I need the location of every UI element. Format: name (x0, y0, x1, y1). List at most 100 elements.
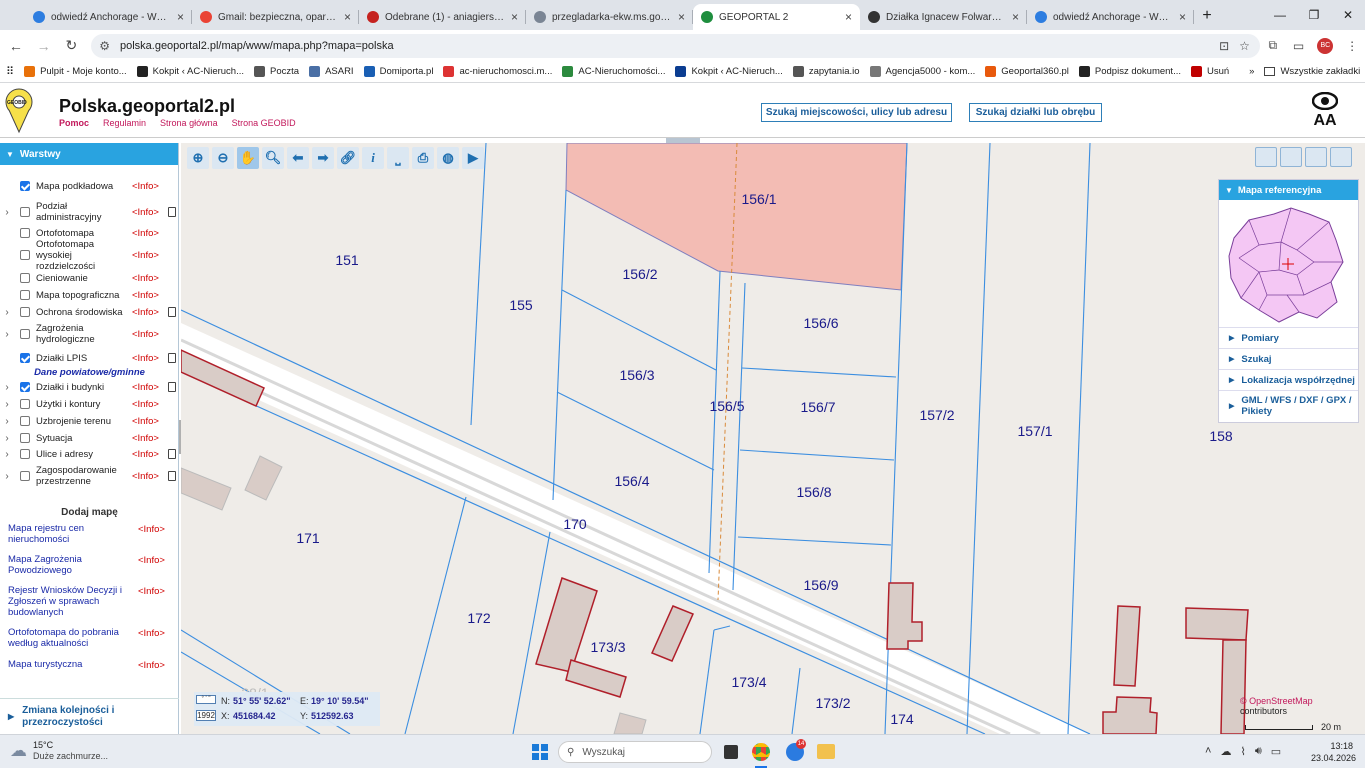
add-map-item[interactable]: Mapa rejestru cen nieruchomości <Info> (8, 523, 173, 545)
layout-left-icon[interactable] (1280, 147, 1302, 167)
layer-checkbox[interactable] (20, 181, 30, 191)
add-map-item[interactable]: Mapa Zagrożenia Powodziowego <Info> (8, 554, 173, 576)
bookmark-item[interactable]: Geoportal360.pl (985, 66, 1069, 77)
video-icon[interactable]: ▶ (462, 147, 484, 169)
all-bookmarks[interactable]: Wszystkie zakładki (1264, 66, 1360, 77)
link-icon[interactable]: 🔗︎ (337, 147, 359, 169)
layer-checkbox[interactable] (20, 433, 30, 443)
geobid-logo[interactable] (4, 88, 34, 134)
apps-icon[interactable]: ⠿ (6, 65, 14, 78)
layer-info-link[interactable]: <Info> (132, 471, 166, 482)
layer-info-link[interactable]: <Info> (132, 382, 166, 393)
arrow-left-icon[interactable]: ⬅ (287, 147, 309, 169)
onedrive-icon[interactable]: ☁ (1220, 745, 1231, 758)
browser-tab[interactable]: Odebrane (1) - aniagierszewska × (359, 4, 526, 30)
parcel-label[interactable]: 156/9 (803, 577, 838, 593)
bookmark-item[interactable]: AC-Nieruchomości... (562, 66, 665, 77)
layer-info-link[interactable]: <Info> (132, 329, 166, 340)
restore-icon[interactable]: ❐ (1297, 8, 1331, 22)
legend-document-icon[interactable] (168, 471, 176, 481)
tool-panel-item[interactable]: ▶ Pomiary (1219, 327, 1358, 348)
tab-close-icon[interactable]: × (1012, 10, 1019, 24)
chevron-up-icon[interactable]: ˄ (1205, 745, 1211, 758)
layer-info-link[interactable]: <Info> (132, 290, 166, 301)
zoom-box-icon[interactable]: 🔍︎ (262, 147, 284, 169)
format-toggle-icon[interactable]: ° ' " (196, 695, 216, 704)
parcel-label[interactable]: 171 (296, 530, 320, 546)
layer-info-link[interactable]: <Info> (132, 449, 166, 460)
layer-checkbox[interactable] (20, 382, 30, 392)
profile-avatar[interactable]: BC (1317, 37, 1334, 54)
browser-tab[interactable]: odwiedź Anchorage - Wyszukaj × (25, 4, 192, 30)
legend-document-icon[interactable] (168, 382, 176, 392)
layer-checkbox[interactable] (20, 471, 30, 481)
layer-info-link[interactable]: <Info> (132, 399, 166, 410)
expand-chevron-icon[interactable]: › (0, 382, 14, 393)
layer-checkbox[interactable] (20, 353, 30, 363)
layer-checkbox[interactable] (20, 228, 30, 238)
tab-close-icon[interactable]: × (511, 10, 518, 24)
reload-icon[interactable]: ↻ (57, 37, 85, 54)
bookmark-item[interactable]: Agencja5000 - kom... (869, 66, 975, 77)
measure-icon[interactable]: ⎵ (387, 147, 409, 169)
layer-info-link[interactable]: <Info> (132, 416, 166, 427)
parcel-label[interactable]: 156/2 (622, 266, 657, 282)
bookmark-item[interactable]: Kokpit ‹ AC-Nieruch... (136, 66, 244, 77)
legend-document-icon[interactable] (168, 353, 176, 363)
layer-info-link[interactable]: <Info> (132, 181, 166, 192)
browser-tab[interactable]: GEOPORTAL 2 × (693, 4, 860, 30)
layer-checkbox[interactable] (20, 449, 30, 459)
layout-right-icon[interactable] (1330, 147, 1352, 167)
header-link[interactable]: Strona główna (160, 118, 218, 128)
parcel-label[interactable]: 156/3 (619, 367, 654, 383)
print-icon[interactable]: ⎙ (412, 147, 434, 169)
browser-tab[interactable]: odwiedź Anchorage - Wyszukaj × (1027, 4, 1194, 30)
pan-hand-icon[interactable]: ✋ (237, 147, 259, 169)
zoom-out-icon[interactable]: ⊖ (212, 147, 234, 169)
parcel-label[interactable]: 156/8 (796, 484, 831, 500)
parcel-label[interactable]: 173/4 (731, 674, 766, 690)
layer-info-link[interactable]: <Info> (132, 433, 166, 444)
osm-link[interactable]: © OpenStreetMap (1240, 696, 1313, 706)
map-svg[interactable]: 156/1 151 156/2 155 156/6 156/3 156/5 156/7 157/… (181, 143, 1365, 734)
globe-icon[interactable]: ◍ (437, 147, 459, 169)
parcel-label[interactable]: 157/2 (919, 407, 954, 423)
add-map-item[interactable]: Mapa turystyczna <Info> (8, 659, 173, 671)
parcel-label[interactable]: 173/3 (590, 639, 625, 655)
zoom-in-icon[interactable]: ⊕ (187, 147, 209, 169)
parcel-label[interactable]: 155 (509, 297, 533, 313)
bookmark-star-icon[interactable]: ☆ (1239, 39, 1250, 53)
add-map-info-link[interactable]: <Info> (138, 586, 165, 618)
legend-document-icon[interactable] (168, 207, 176, 217)
minimize-icon[interactable]: — (1263, 8, 1297, 22)
add-map-name[interactable]: Rejestr Wniosków Decyzji i Zgłoszeń w sp… (8, 585, 138, 618)
extensions-icon[interactable]: ⧉ (1260, 38, 1286, 53)
tool-panel-item[interactable]: ▶ Lokalizacja współrzędnej (1219, 369, 1358, 390)
tab-close-icon[interactable]: × (678, 10, 685, 24)
bookmark-item[interactable]: ac-nieruchomosci.m... (443, 66, 552, 77)
layer-info-link[interactable]: <Info> (132, 307, 166, 318)
accessibility-toggle[interactable]: AA (1310, 91, 1340, 132)
layer-checkbox[interactable] (20, 250, 30, 260)
layer-info-link[interactable]: <Info> (132, 353, 166, 364)
parcel-label[interactable]: 151 (335, 252, 359, 268)
legend-document-icon[interactable] (168, 307, 176, 317)
browser-tab[interactable]: przegladarka-ekw.ms.gov.pl/eu × (526, 4, 693, 30)
add-map-name[interactable]: Mapa rejestru cen nieruchomości (8, 523, 138, 545)
arrow-right-icon[interactable]: ➡ (312, 147, 334, 169)
search-place-button[interactable]: Szukaj miejscowości, ulicy lub adresu (761, 103, 952, 122)
parcel-label[interactable]: 173/2 (815, 695, 850, 711)
bookmark-item[interactable]: Poczta (254, 66, 299, 77)
add-map-info-link[interactable]: <Info> (138, 628, 165, 649)
parcel-label[interactable]: 174 (890, 711, 914, 727)
expand-chevron-icon[interactable]: › (0, 329, 14, 340)
task-view-icon[interactable] (724, 745, 738, 759)
more-bookmarks-icon[interactable]: » (1249, 66, 1254, 77)
layer-info-link[interactable]: <Info> (132, 207, 166, 218)
layer-checkbox[interactable] (20, 273, 30, 283)
parcel-label[interactable]: 158 (1209, 428, 1233, 444)
search-parcel-button[interactable]: Szukaj działki lub obrębu (969, 103, 1102, 122)
parcel-label[interactable]: 156/4 (614, 473, 649, 489)
tool-panel-item[interactable]: ▶ GML / WFS / DXF / GPX / Pikiety (1219, 390, 1358, 421)
layout-arrow-icon[interactable] (1305, 147, 1327, 167)
